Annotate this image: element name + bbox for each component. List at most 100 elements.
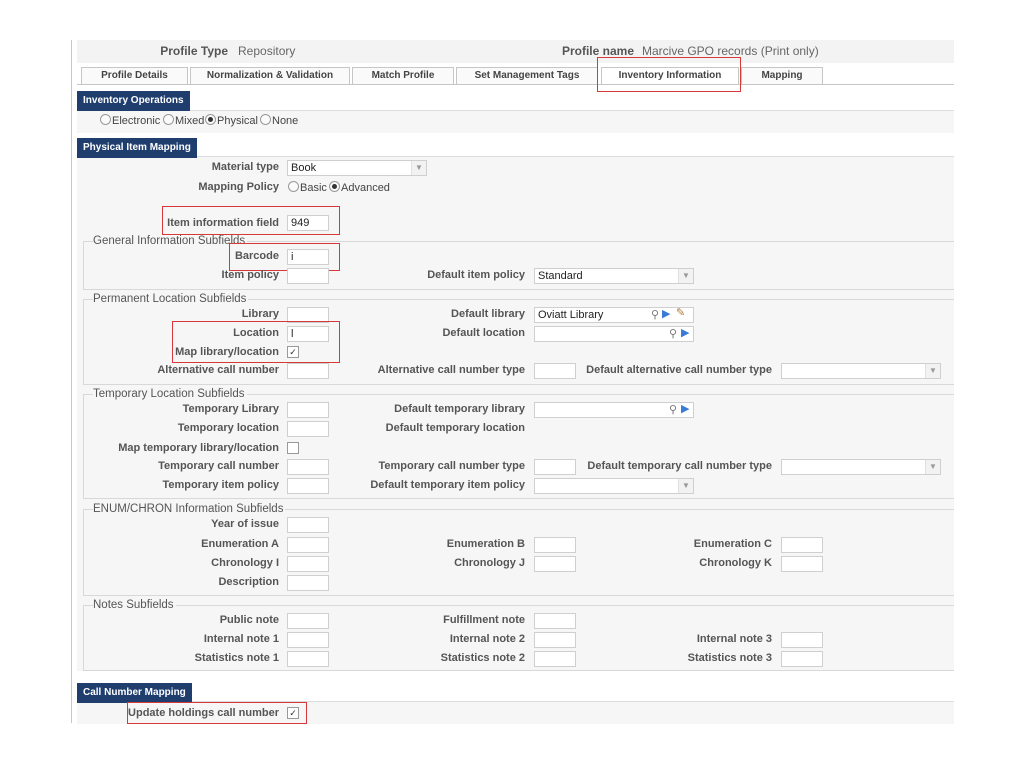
tab-set-management-tags[interactable]: Set Management Tags — [456, 67, 598, 84]
tab-profile-details[interactable]: Profile Details — [81, 67, 188, 84]
radio-physical[interactable]: Physical — [205, 114, 258, 127]
call-number-mapping-header: Call Number Mapping — [77, 683, 192, 703]
radio-electronic[interactable]: Electronic — [100, 114, 160, 127]
alt-call-number-type-input[interactable] — [534, 363, 576, 379]
enum-a-input[interactable] — [287, 537, 329, 553]
public-note-label: Public note — [219, 614, 279, 626]
tab-underline — [77, 84, 954, 85]
enum-c-input[interactable] — [781, 537, 823, 553]
profile-name-label: Profile name — [561, 44, 634, 58]
alt-call-number-type-label: Alternative call number type — [377, 364, 525, 376]
radio-advanced-control[interactable] — [329, 181, 340, 192]
internal-note-3-label: Internal note 3 — [696, 633, 772, 645]
general-info-legend: General Information Subfields — [93, 235, 248, 247]
chron-j-input[interactable] — [534, 556, 576, 572]
temp-call-number-type-label: Temporary call number type — [378, 460, 525, 472]
tab-match-profile[interactable]: Match Profile — [352, 67, 454, 84]
profile-type-label: Profile Type — [160, 44, 228, 58]
arrow-right-icon[interactable]: ▶ — [681, 402, 689, 415]
temp-call-number-input[interactable] — [287, 459, 329, 475]
radio-mixed-control[interactable] — [163, 114, 174, 125]
physical-item-mapping-header: Physical Item Mapping — [77, 138, 197, 158]
fulfillment-note-label: Fulfillment note — [443, 614, 525, 626]
library-label: Library — [241, 308, 279, 320]
radio-advanced[interactable]: Advanced — [329, 181, 390, 194]
internal-note-3-input[interactable] — [781, 632, 823, 648]
temp-call-number-label: Temporary call number — [158, 460, 279, 472]
profile-type-value: Repository — [238, 44, 296, 58]
temp-library-input[interactable] — [287, 402, 329, 418]
radio-none[interactable]: None — [260, 114, 298, 127]
tab-mapping[interactable]: Mapping — [741, 67, 823, 84]
highlight-box-tab — [597, 57, 741, 92]
chevron-down-icon: ▼ — [925, 364, 940, 378]
enum-b-label: Enumeration B — [446, 538, 525, 550]
default-temp-call-number-type-select[interactable]: ▼ — [781, 459, 941, 475]
internal-note-2-label: Internal note 2 — [449, 633, 525, 645]
year-of-issue-label: Year of issue — [211, 518, 279, 530]
default-library-label: Default library — [451, 308, 525, 320]
default-alt-call-number-type-label: Default alternative call number type — [586, 364, 772, 376]
alt-call-number-label: Alternative call number — [157, 364, 279, 376]
temporary-location-legend: Temporary Location Subfields — [93, 388, 247, 400]
general-info-fieldset — [83, 241, 954, 290]
chevron-down-icon: ▼ — [678, 269, 693, 283]
permanent-location-legend: Permanent Location Subfields — [93, 293, 249, 305]
default-item-policy-label: Default item policy — [427, 269, 525, 281]
public-note-input[interactable] — [287, 613, 329, 629]
statistics-note-1-input[interactable] — [287, 651, 329, 667]
alt-call-number-input[interactable] — [287, 363, 329, 379]
item-policy-input[interactable] — [287, 268, 329, 284]
year-of-issue-input[interactable] — [287, 517, 329, 533]
chevron-down-icon: ▼ — [925, 460, 940, 474]
tab-normalization-validation[interactable]: Normalization & Validation — [190, 67, 350, 84]
default-alt-call-number-type-select[interactable]: ▼ — [781, 363, 941, 379]
fulfillment-note-input[interactable] — [534, 613, 576, 629]
radio-basic[interactable]: Basic — [288, 181, 327, 194]
radio-mixed[interactable]: Mixed — [163, 114, 204, 127]
description-input[interactable] — [287, 575, 329, 591]
temp-location-input[interactable] — [287, 421, 329, 437]
enum-a-label: Enumeration A — [201, 538, 279, 550]
statistics-note-3-input[interactable] — [781, 651, 823, 667]
inventory-operations-header: Inventory Operations — [77, 91, 190, 111]
radio-electronic-control[interactable] — [100, 114, 111, 125]
mapping-policy-label: Mapping Policy — [198, 181, 279, 193]
highlight-box-item-info — [162, 206, 340, 235]
search-icon[interactable]: ⚲ — [669, 327, 677, 340]
enum-chron-legend: ENUM/CHRON Information Subfields — [93, 503, 286, 515]
arrow-right-icon[interactable]: ▶ — [681, 326, 689, 339]
statistics-note-2-input[interactable] — [534, 651, 576, 667]
search-icon[interactable]: ⚲ — [669, 403, 677, 416]
temp-call-number-type-input[interactable] — [534, 459, 576, 475]
temp-library-label: Temporary Library — [182, 403, 279, 415]
chron-k-input[interactable] — [781, 556, 823, 572]
highlight-box-update-holdings — [127, 702, 307, 724]
arrow-right-icon[interactable]: ▶ — [662, 307, 670, 320]
search-icon[interactable]: ⚲ — [651, 308, 659, 321]
radio-physical-control[interactable] — [205, 114, 216, 125]
statistics-note-2-label: Statistics note 2 — [440, 652, 525, 664]
temp-item-policy-input[interactable] — [287, 478, 329, 494]
chevron-down-icon: ▼ — [411, 161, 426, 175]
default-temp-item-policy-select[interactable]: ▼ — [534, 478, 694, 494]
radio-none-control[interactable] — [260, 114, 271, 125]
highlight-box-barcode — [229, 243, 340, 271]
chron-i-input[interactable] — [287, 556, 329, 572]
internal-note-1-input[interactable] — [287, 632, 329, 648]
default-temp-item-policy-label: Default temporary item policy — [370, 479, 525, 491]
statistics-note-3-label: Statistics note 3 — [687, 652, 772, 664]
notes-legend: Notes Subfields — [93, 599, 176, 611]
map-temp-checkbox[interactable] — [287, 442, 299, 454]
default-temp-location-label: Default temporary location — [385, 422, 525, 434]
chron-k-label: Chronology K — [699, 557, 772, 569]
map-temp-label: Map temporary library/location — [118, 442, 279, 454]
internal-note-2-input[interactable] — [534, 632, 576, 648]
radio-basic-control[interactable] — [288, 181, 299, 192]
default-item-policy-select[interactable]: Standard ▼ — [534, 268, 694, 284]
item-policy-label: Item policy — [221, 269, 279, 281]
enum-b-input[interactable] — [534, 537, 576, 553]
default-temp-call-number-type-label: Default temporary call number type — [587, 460, 772, 472]
broom-icon[interactable]: ✎ — [676, 306, 685, 319]
material-type-select[interactable]: Book ▼ — [287, 160, 427, 176]
